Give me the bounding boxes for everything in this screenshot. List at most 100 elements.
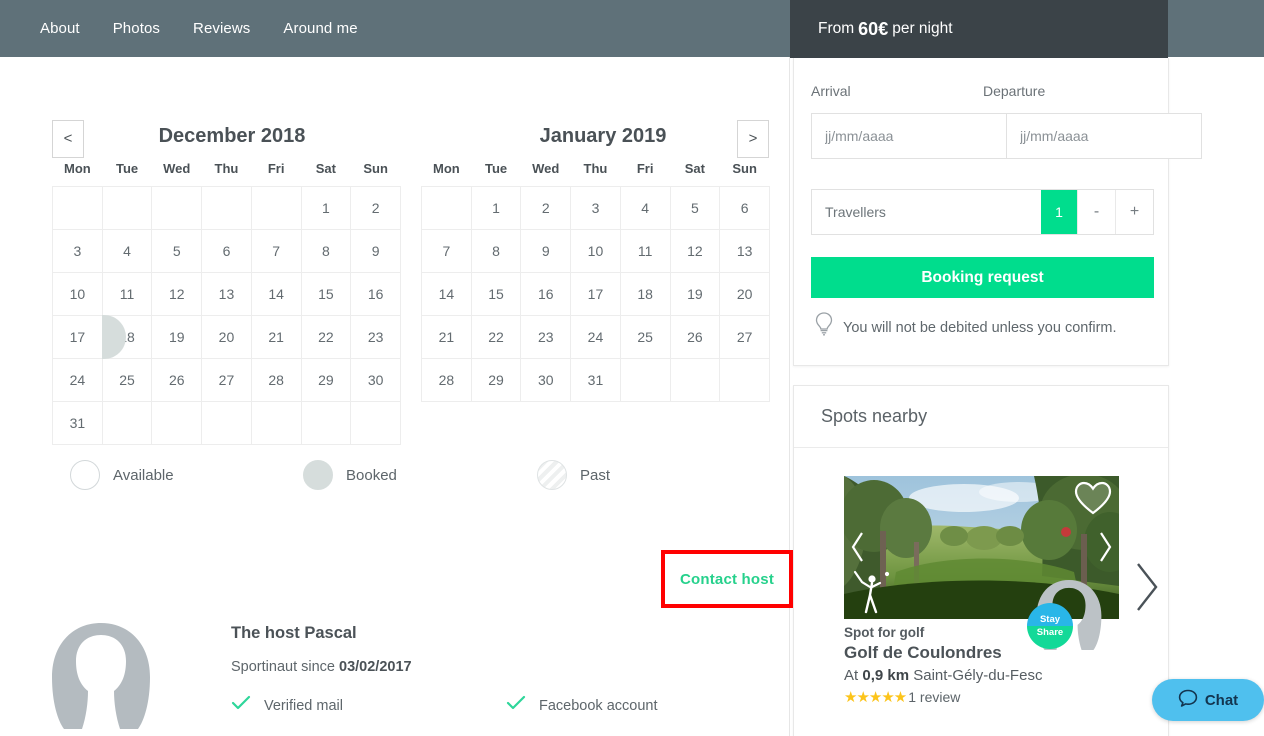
calendar-day-avail[interactable]: 15 [470,271,522,316]
calendar-day-avail[interactable]: 22 [470,314,522,359]
chat-widget-label: Chat [1204,691,1239,709]
legend-past-label: Past [580,466,611,484]
calendar-day-empty [619,357,671,402]
calendar-day-past: 6 [201,228,252,273]
calendar-day-avail[interactable]: 26 [669,314,721,359]
calendar-month-title-2: January 2019 [539,125,667,147]
calendar-day-empty [250,400,302,445]
calendar-day-avail[interactable]: 2 [520,185,572,230]
legend-booked-swatch-icon [303,460,333,490]
calendar-day-avail[interactable]: 18 [619,271,671,316]
departure-date-input[interactable] [1006,113,1202,159]
calendar-day-avail[interactable]: 25 [619,314,671,359]
calendar-day-avail[interactable]: 4 [619,185,671,230]
calendar-day-avail[interactable]: 23 [350,314,401,359]
booking-request-button[interactable]: Booking request [811,257,1154,298]
spot-distance-value: 0,9 km [862,667,910,684]
calendar-day-past: 1 [300,185,352,230]
calendar-day-empty [201,400,252,445]
arrival-date-input[interactable] [811,113,1006,159]
calendar-day-avail[interactable]: 31 [52,400,103,445]
calendar-day-avail[interactable]: 19 [151,314,203,359]
calendar-day-empty [151,185,203,230]
verification-facebook-label: Facebook account [539,697,658,714]
calendar-day-avail[interactable]: 28 [421,357,472,402]
spots-carousel-next-button[interactable] [1134,561,1160,613]
nav-item-around-me[interactable]: Around me [283,20,357,37]
chat-widget-button[interactable]: Chat [1152,679,1264,721]
calendar-day-past: 4 [101,228,153,273]
legend-booked-label: Booked [346,466,397,484]
calendar-day-past: 7 [250,228,302,273]
calendar-day-avail[interactable]: 13 [719,228,770,273]
calendar-day-avail[interactable]: 29 [470,357,522,402]
calendar-day-avail[interactable]: 7 [421,228,472,273]
calendar-day-avail[interactable]: 24 [52,357,103,402]
calendar-day-avail[interactable]: 30 [350,357,401,402]
calendar-day-avail[interactable]: 28 [250,357,302,402]
calendar-day-avail[interactable]: 16 [520,271,572,316]
star-rating-icon: ★★★★★ [844,689,907,706]
calendar-grid-december: Mon Tue Wed Thu Fri Sat Sun 1 2 3 4 5 6 7 8 9 10 11 12 13 1… [52,151,401,445]
calendar-day-avail[interactable]: 21 [250,314,302,359]
calendar-day-avail[interactable]: 8 [470,228,522,273]
calendar-day-avail[interactable]: 31 [570,357,621,402]
calendar-day-booked: 12 [151,271,203,316]
weekday-mon: Mon [63,160,91,176]
contact-host-label: Contact host [679,570,775,588]
travellers-decrement-button[interactable]: - [1077,190,1115,234]
calendar-day-empty [421,185,472,230]
calendar-day-empty [151,400,203,445]
calendar-day-avail[interactable]: 26 [151,357,203,402]
calendar-day-avail[interactable]: 17 [570,271,621,316]
calendar-week-row: 17 18 19 20 21 22 23 [52,314,401,359]
calendar-day-avail[interactable]: 20 [201,314,252,359]
calendar-day-avail[interactable]: 30 [520,357,572,402]
calendar-day-avail[interactable]: 20 [719,271,770,316]
verification-mail-label: Verified mail [264,697,343,714]
availability-calendar: < December 2018 January 2019 > Mon Tue Wed… [52,89,770,445]
heart-icon [1074,481,1112,515]
nav-item-reviews[interactable]: Reviews [193,20,250,37]
calendar-day-avail[interactable]: 24 [570,314,621,359]
calendar-day-avail[interactable]: 9 [520,228,572,273]
calendar-day-booked: 14 [250,271,302,316]
nav-item-about[interactable]: About [40,20,80,37]
legend-past-swatch-icon [537,460,567,490]
calendar-day-avail[interactable]: 22 [300,314,352,359]
weekday-sat: Sat [315,160,336,176]
calendar-header: < December 2018 January 2019 > [52,89,770,158]
calendar-day-past: 8 [300,228,352,273]
calendar-day-avail[interactable]: 23 [520,314,572,359]
calendar-day-avail[interactable]: 21 [421,314,472,359]
calendar-day-avail[interactable]: 14 [421,271,472,316]
nav-item-photos[interactable]: Photos [113,20,160,37]
spot-distance: At 0,9 km Saint-Gély-du-Fesc [844,667,1119,684]
calendar-week-row: 123456 [421,185,770,230]
weekday-mon: Mon [432,160,460,176]
calendar-day-avail[interactable]: 6 [719,185,770,230]
calendar-day-avail[interactable]: 29 [300,357,352,402]
contact-host-button[interactable]: Contact host [661,550,793,608]
lightbulb-icon [814,311,834,342]
calendar-day-avail[interactable]: 3 [570,185,621,230]
verification-facebook: Facebook account [506,695,658,716]
calendar-day-avail[interactable]: 5 [669,185,721,230]
calendar-day-avail[interactable]: 1 [470,185,522,230]
check-icon [231,695,251,716]
calendar-day-avail[interactable]: 27 [201,357,252,402]
host-avatar-icon [42,617,160,735]
travellers-increment-button[interactable]: + [1115,190,1153,234]
calendar-day-booked: 16 [350,271,401,316]
calendar-day-avail[interactable]: 25 [101,357,153,402]
calendar-day-past: 2 [350,185,401,230]
spot-card[interactable]: Stay Share Spot for golf Golf de Coulond… [844,476,1119,706]
calendar-day-avail[interactable]: 19 [669,271,721,316]
calendar-day-past: 5 [151,228,203,273]
calendar-day-avail[interactable]: 12 [669,228,721,273]
calendar-day-avail[interactable]: 10 [570,228,621,273]
calendar-day-avail[interactable]: 27 [719,314,770,359]
price-amount: 60€ [858,18,889,39]
calendar-day-avail[interactable]: 11 [619,228,671,273]
calendar-week-row: 12 [52,185,401,230]
